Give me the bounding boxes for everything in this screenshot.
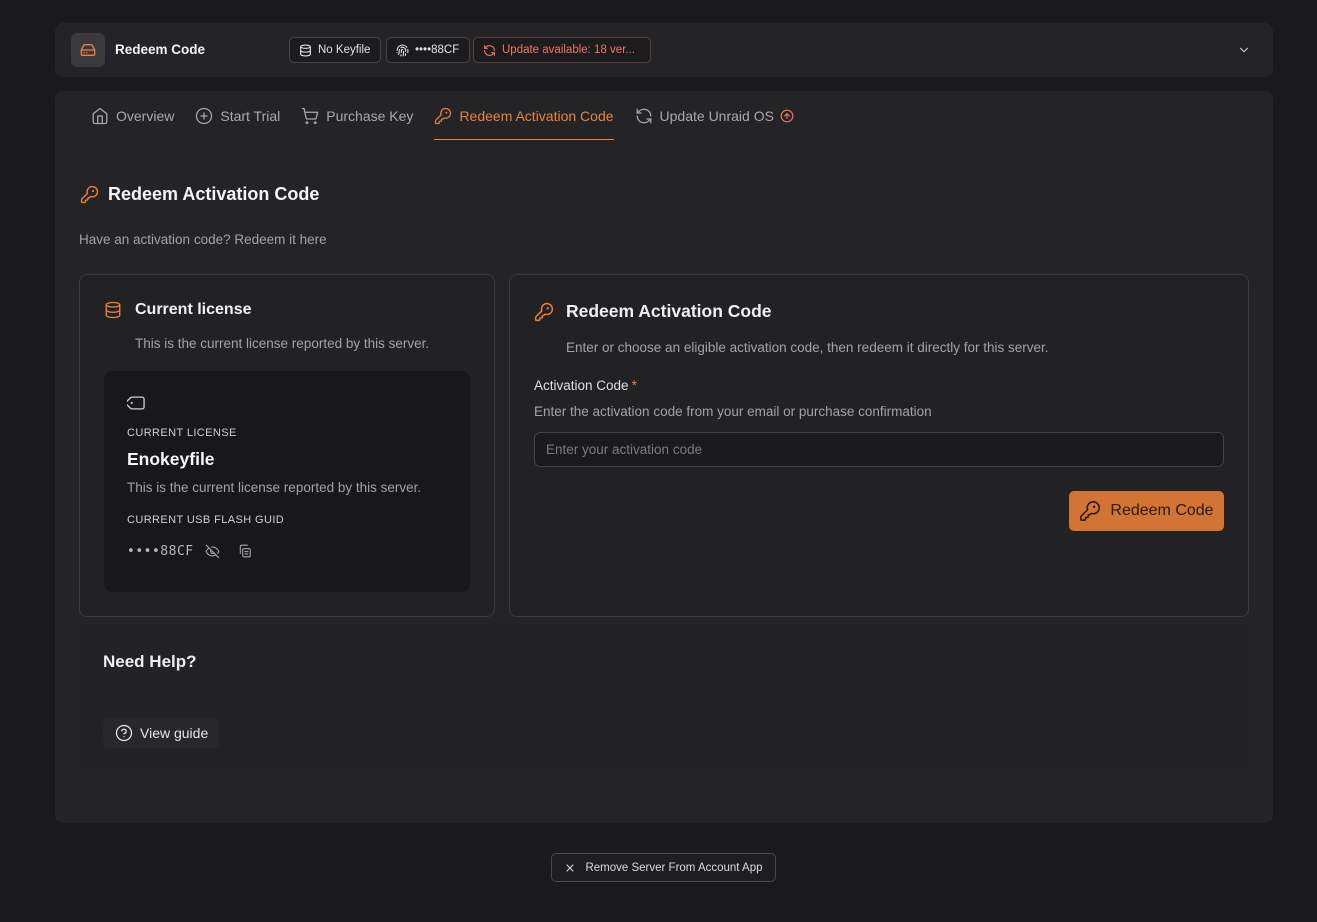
card-title: Current license [135, 301, 252, 318]
remove-server-button[interactable]: Remove Server From Account App [551, 853, 776, 882]
tab-label: Start Trial [220, 107, 281, 124]
license-description: This is the current license reported by … [127, 480, 422, 495]
server-name: Redeem Code [115, 42, 206, 57]
page-subtitle: Have an activation code? Redeem it here [79, 232, 327, 247]
tab-start-trial[interactable]: Start Trial [195, 103, 280, 128]
refresh-icon [636, 108, 651, 123]
server-header: Redeem Code No Keyfile ••••88CF Update a… [55, 23, 1273, 77]
key-icon [1080, 501, 1101, 521]
view-guide-label: View guide [140, 725, 209, 741]
fingerprint-icon [396, 44, 409, 56]
tag-icon [127, 396, 145, 410]
database-icon [105, 301, 121, 319]
server-drive-icon [71, 33, 105, 67]
guid-value: ••••88CF [127, 543, 194, 559]
database-icon [300, 44, 311, 56]
card-description: This is the current license reported by … [135, 336, 430, 351]
license-label: CURRENT LICENSE [127, 427, 237, 439]
redeem-code-button[interactable]: Redeem Code [1069, 491, 1224, 531]
license-details-box: CURRENT LICENSE Enokeyfile This is the c… [104, 371, 470, 592]
eye-off-icon[interactable] [204, 542, 222, 560]
guid-row: ••••88CF [127, 542, 268, 560]
close-icon [566, 863, 575, 872]
help-title: Need Help? [103, 652, 197, 671]
page-title: Redeem Activation Code [108, 184, 320, 204]
help-panel: Need Help? View guide [79, 629, 1249, 769]
license-name: Enokeyfile [127, 449, 215, 469]
tab-update-unraid-os[interactable]: Update Unraid OS [635, 103, 801, 128]
tab-redeem-activation-code[interactable]: Redeem Activation Code [434, 103, 614, 140]
guid-label: CURRENT USB FLASH GUID [127, 514, 285, 526]
copy-icon[interactable] [236, 542, 254, 560]
tab-label: Update Unraid OS [659, 107, 774, 124]
tab-bar: Overview Start Trial Purchase Key Redeem… [91, 103, 822, 141]
field-label-text: Activation Code [534, 378, 629, 393]
current-license-card: Current license This is the current lice… [79, 274, 495, 617]
update-available-pill[interactable]: Update available: 18 ver... [473, 37, 651, 63]
keyfile-status-label: No Keyfile [318, 44, 371, 56]
required-mark: * [631, 378, 637, 393]
chevron-down-icon[interactable] [1237, 43, 1251, 57]
refresh-icon [484, 44, 495, 56]
plus-circle-icon [196, 107, 213, 124]
home-icon [92, 107, 108, 124]
tab-purchase-key[interactable]: Purchase Key [301, 103, 413, 128]
redeem-code-label: Redeem Code [1110, 502, 1214, 519]
activation-code-input[interactable] [534, 432, 1224, 467]
key-icon [534, 302, 554, 321]
remove-server-label: Remove Server From Account App [585, 861, 763, 874]
tab-overview[interactable]: Overview [91, 103, 174, 128]
tab-label: Redeem Activation Code [459, 107, 614, 124]
help-circle-icon [115, 724, 133, 742]
guid-pill[interactable]: ••••88CF [386, 37, 471, 63]
update-available-label: Update available: 18 ver... [502, 44, 635, 56]
main-panel: Overview Start Trial Purchase Key Redeem… [55, 91, 1273, 823]
page-heading: Redeem Activation Code [80, 184, 319, 205]
arrow-up-circle-icon [780, 109, 794, 122]
tab-label: Purchase Key [326, 107, 414, 124]
redeem-code-card: Redeem Activation Code Enter or choose a… [509, 274, 1249, 617]
card-title: Redeem Activation Code [566, 301, 772, 321]
key-icon [80, 185, 99, 204]
view-guide-button[interactable]: View guide [103, 718, 220, 748]
guid-pill-label: ••••88CF [415, 44, 460, 56]
key-icon [435, 107, 452, 124]
activation-code-label: Activation Code * [534, 378, 637, 393]
tab-label: Overview [116, 107, 175, 124]
card-description: Enter or choose an eligible activation c… [566, 340, 1049, 355]
activation-code-help: Enter the activation code from your emai… [534, 404, 932, 419]
keyfile-status-pill[interactable]: No Keyfile [289, 37, 382, 63]
cart-icon [302, 107, 319, 124]
